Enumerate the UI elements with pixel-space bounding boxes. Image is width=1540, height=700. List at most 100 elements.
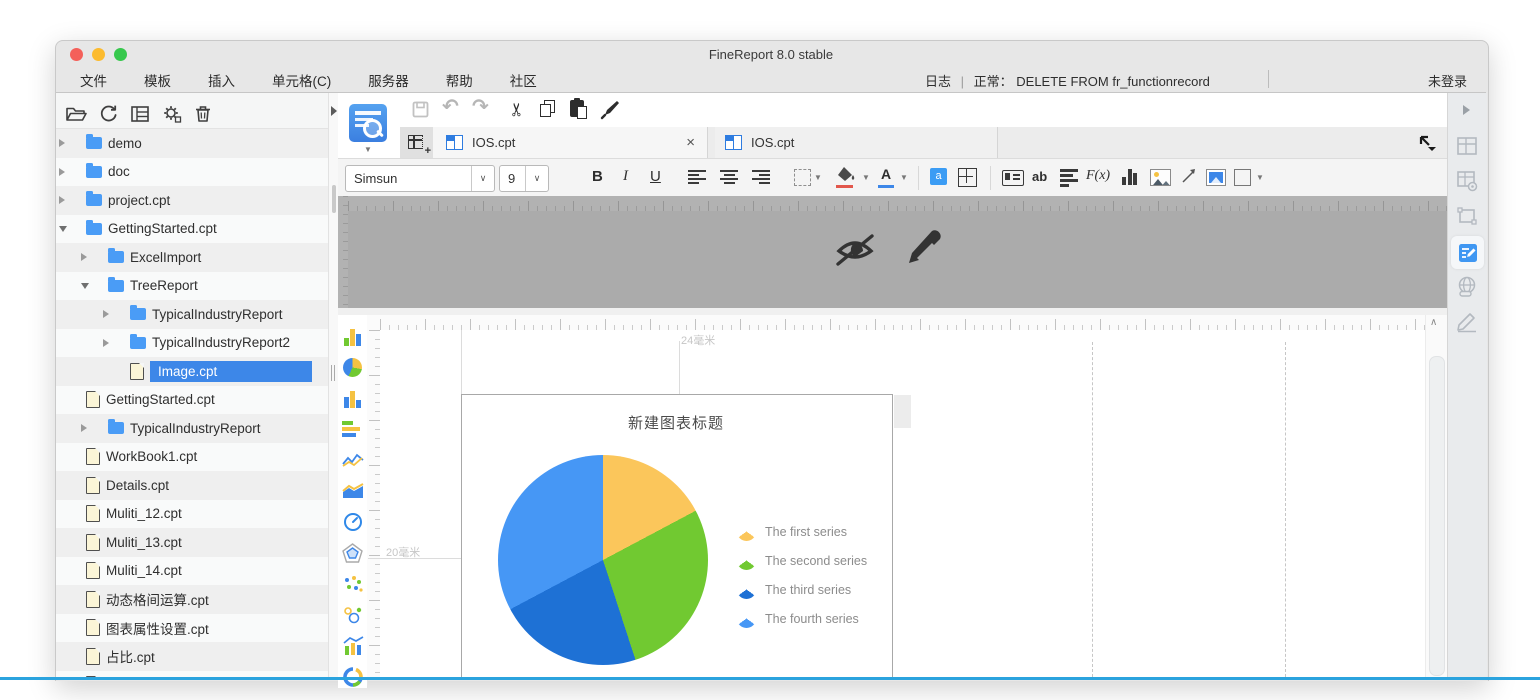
frame-button[interactable] bbox=[1234, 169, 1251, 186]
open-folder-icon[interactable] bbox=[65, 104, 88, 124]
paste-icon[interactable] bbox=[570, 100, 584, 117]
tree-item-图表属性设置.cpt[interactable]: 图表属性设置.cpt bbox=[56, 614, 328, 643]
template-view-icon[interactable] bbox=[129, 104, 151, 124]
border-caret-icon[interactable]: ▼ bbox=[814, 173, 822, 182]
multi-tab-dropdown-icon[interactable] bbox=[1419, 135, 1437, 151]
pie-chart-icon[interactable] bbox=[342, 357, 364, 377]
line-button[interactable] bbox=[1180, 168, 1198, 190]
float-element-icon[interactable] bbox=[1456, 205, 1478, 227]
collapse-arrow-icon[interactable] bbox=[59, 226, 77, 232]
text-button[interactable]: ab bbox=[1032, 169, 1047, 184]
column-chart-icon[interactable] bbox=[342, 326, 364, 346]
italic-button[interactable]: I bbox=[623, 168, 628, 185]
tree-item-GettingStarted.cpt[interactable]: GettingStarted.cpt bbox=[56, 215, 328, 244]
splitter-thumb[interactable] bbox=[332, 185, 336, 213]
expand-arrow-icon[interactable] bbox=[103, 310, 121, 318]
slope-pencil-icon[interactable] bbox=[1456, 311, 1478, 333]
fill-color-caret-icon[interactable]: ▼ bbox=[862, 173, 870, 182]
edit-pencil-icon[interactable] bbox=[904, 227, 944, 273]
tree-item-GettingStarted.cpt[interactable]: GettingStarted.cpt bbox=[56, 386, 328, 415]
collapse-panel-icon[interactable] bbox=[331, 106, 337, 116]
collapse-arrow-icon[interactable] bbox=[1463, 105, 1470, 115]
expand-arrow-icon[interactable] bbox=[59, 168, 77, 176]
expand-arrow-icon[interactable] bbox=[81, 253, 99, 261]
format-brush-icon[interactable] bbox=[598, 98, 620, 120]
hbar-chart-icon[interactable] bbox=[342, 419, 364, 439]
login-button[interactable]: 未登录 bbox=[1428, 71, 1467, 90]
chart-button[interactable] bbox=[1122, 168, 1138, 185]
save-icon[interactable] bbox=[412, 101, 429, 118]
expand-arrow-icon[interactable] bbox=[103, 339, 121, 347]
trash-icon[interactable] bbox=[193, 104, 213, 124]
tree-item-TypicalIndustryReport[interactable]: TypicalIndustryReport bbox=[56, 300, 328, 329]
combo-chart-icon[interactable] bbox=[342, 636, 364, 656]
tree-item-doc[interactable]: doc bbox=[56, 158, 328, 187]
tree-item-Details.cpt[interactable]: Details.cpt bbox=[56, 471, 328, 500]
tree-item-ExcelImport[interactable]: ExcelImport bbox=[56, 243, 328, 272]
radar-chart-icon[interactable] bbox=[342, 543, 364, 563]
tab-ios-active[interactable]: IOS.cpt × bbox=[433, 127, 708, 158]
tree-item-TypicalIndustryReport2[interactable]: TypicalIndustryReport2 bbox=[56, 329, 328, 358]
web-attr-icon[interactable] bbox=[1456, 276, 1478, 298]
tree-item-Image.cpt[interactable]: Image.cpt bbox=[56, 357, 328, 386]
menu-community[interactable]: 社区 bbox=[510, 70, 537, 90]
widget-settings-active-bg[interactable] bbox=[1451, 236, 1484, 269]
font-color-button[interactable]: A bbox=[878, 166, 894, 188]
tree-item-Muliti_14.cpt[interactable]: Muliti_14.cpt bbox=[56, 557, 328, 586]
splitter-grip[interactable] bbox=[331, 365, 335, 381]
tree-item-project.cpt[interactable]: project.cpt bbox=[56, 186, 328, 215]
parameter-pane[interactable] bbox=[338, 196, 1447, 308]
image-button[interactable] bbox=[1150, 169, 1171, 186]
formula-button[interactable]: F(x) bbox=[1086, 168, 1110, 184]
frame-caret-icon[interactable]: ▼ bbox=[1256, 173, 1264, 182]
cell-element-icon[interactable] bbox=[1456, 170, 1478, 192]
tree-item-Muliti_12.cpt[interactable]: Muliti_12.cpt bbox=[56, 500, 328, 529]
scatter-chart-icon[interactable] bbox=[342, 574, 364, 594]
align-center-button[interactable] bbox=[720, 170, 738, 184]
area-chart-icon[interactable] bbox=[342, 481, 364, 501]
bar3d-chart-icon[interactable] bbox=[342, 388, 364, 408]
tree-item-TypicalIndustryReport[interactable]: TypicalIndustryReport bbox=[56, 414, 328, 443]
menu-insert[interactable]: 插入 bbox=[208, 70, 235, 90]
scroll-up-icon[interactable]: ∧ bbox=[1430, 317, 1437, 328]
underline-button[interactable]: U bbox=[650, 168, 661, 185]
richtext-button[interactable] bbox=[1060, 169, 1078, 187]
refresh-icon[interactable] bbox=[98, 104, 119, 124]
log-label[interactable]: 日志 bbox=[925, 74, 951, 89]
tree-item-动态格间运算.cpt[interactable]: 动态格间运算.cpt bbox=[56, 585, 328, 614]
expand-arrow-icon[interactable] bbox=[59, 139, 77, 147]
redo-icon[interactable]: ↷ bbox=[472, 94, 489, 119]
expand-arrow-icon[interactable] bbox=[81, 424, 99, 432]
menu-cell[interactable]: 单元格(C) bbox=[272, 70, 331, 90]
pie-chart[interactable] bbox=[498, 455, 708, 665]
eye-slash-icon[interactable] bbox=[833, 229, 877, 271]
unmerge-cells-button[interactable] bbox=[958, 168, 977, 187]
tab-ios-2[interactable]: IOS.cpt bbox=[715, 127, 998, 158]
tree-item-WorkBook1.cpt[interactable]: WorkBook1.cpt bbox=[56, 443, 328, 472]
log-status[interactable]: 日志 | 正常： DELETE FROM fr_functionrecord bbox=[925, 71, 1210, 90]
menu-server[interactable]: 服务器 bbox=[368, 70, 409, 90]
align-right-button[interactable] bbox=[752, 170, 770, 184]
expand-arrow-icon[interactable] bbox=[59, 196, 77, 204]
menu-help[interactable]: 帮助 bbox=[446, 70, 473, 90]
collapse-arrow-icon[interactable] bbox=[81, 283, 99, 289]
gauge-chart-icon[interactable] bbox=[342, 512, 364, 532]
canvas-scrollbar[interactable]: ∧ bbox=[1425, 315, 1448, 677]
fill-color-button[interactable] bbox=[836, 166, 856, 188]
font-family-select[interactable]: Simsun ∨ bbox=[345, 165, 495, 192]
border-button[interactable] bbox=[794, 169, 811, 186]
template-menu-caret-icon[interactable]: ▼ bbox=[364, 145, 372, 154]
bold-button[interactable]: B bbox=[592, 168, 603, 185]
tab-close-icon[interactable]: × bbox=[686, 134, 695, 151]
widget-settings-icon[interactable] bbox=[1457, 242, 1479, 264]
line-chart-icon[interactable] bbox=[342, 450, 364, 470]
align-left-button[interactable] bbox=[688, 170, 706, 184]
bubble-chart-icon[interactable] bbox=[342, 605, 364, 625]
menu-template[interactable]: 模板 bbox=[144, 70, 171, 90]
scrollbar-thumb[interactable] bbox=[1429, 356, 1445, 676]
undo-icon[interactable]: ↶ bbox=[442, 94, 459, 119]
widget-button[interactable] bbox=[1002, 170, 1024, 186]
copy-icon[interactable] bbox=[540, 100, 555, 117]
cell-attr-icon[interactable] bbox=[1456, 135, 1478, 157]
tree-item-占比.cpt[interactable]: 占比.cpt bbox=[56, 642, 328, 671]
